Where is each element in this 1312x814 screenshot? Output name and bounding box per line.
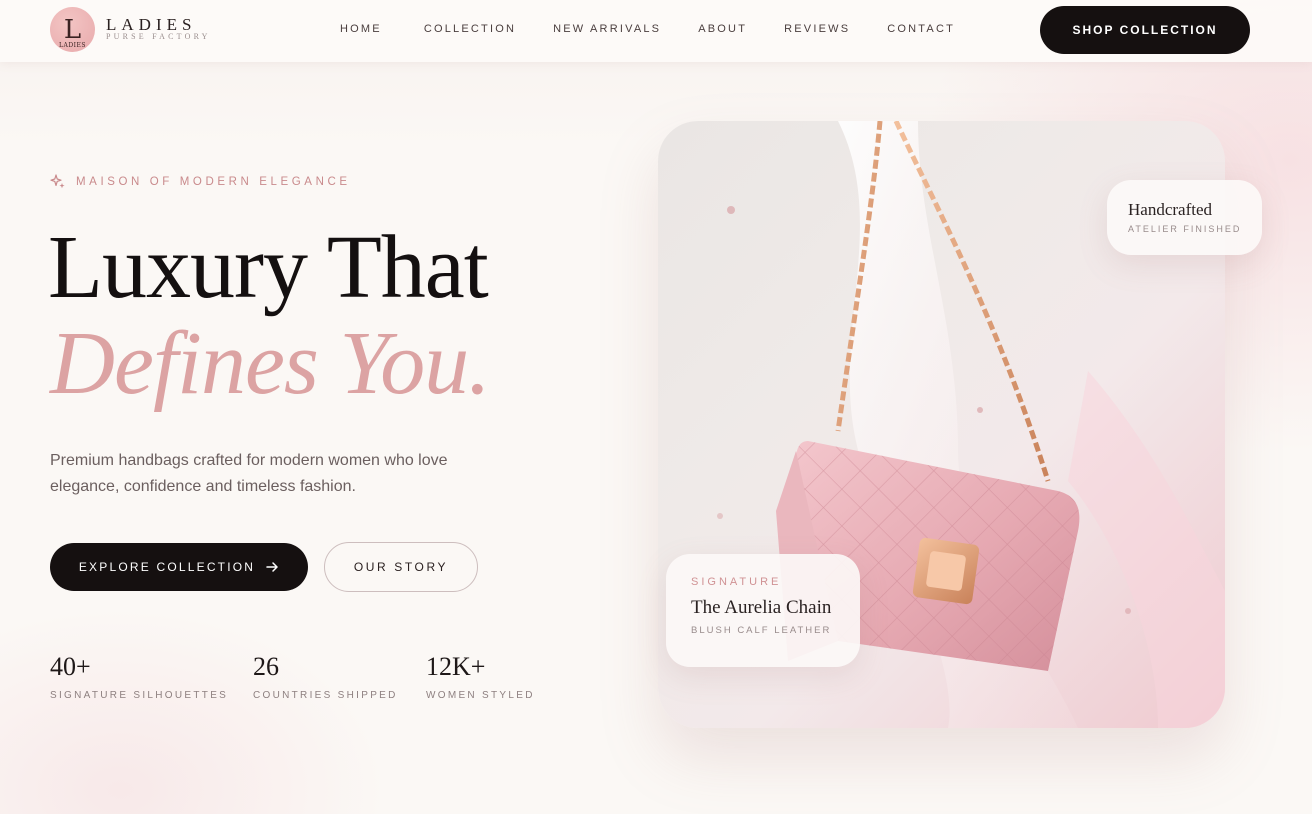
stat-label: COUNTRIES SHIPPED [253, 690, 398, 701]
badge-subtitle: ATELIER FINISHED [1128, 224, 1242, 234]
product-material: BLUSH CALF LEATHER [691, 625, 832, 636]
nav-collection[interactable]: COLLECTION [424, 23, 516, 35]
stat-value: 12K+ [426, 652, 486, 681]
hero-description: Premium handbags crafted for modern wome… [50, 452, 448, 495]
logo-mark[interactable]: L LADIES [50, 7, 95, 52]
brand-tagline: PURSE FACTORY [106, 32, 211, 41]
product-name: The Aurelia Chain [691, 597, 832, 618]
explore-collection-button[interactable]: EXPLORE COLLECTION [50, 543, 308, 591]
hero-title-line2: Defines You. [50, 314, 491, 413]
hero-title-line1: Luxury That [48, 218, 489, 317]
nav-contact[interactable]: CONTACT [887, 23, 955, 35]
logo-initial: L [63, 14, 82, 45]
site-header: L LADIES LADIES PURSE FACTORY HOME COLLE… [0, 0, 1312, 62]
explore-collection-label: EXPLORE COLLECTION [78, 560, 256, 574]
shop-collection-button[interactable]: SHOP COLLECTION [1040, 6, 1250, 54]
badge-title: Handcrafted [1128, 200, 1213, 219]
nav-new-arrivals[interactable]: NEW ARRIVALS [553, 23, 661, 35]
hero-eyebrow: MAISON OF MODERN ELEGANCE [50, 174, 351, 190]
our-story-button[interactable]: OUR STORY [324, 542, 478, 592]
stat-women: 12K+ WOMEN STYLED [426, 652, 535, 701]
badge-label: SIGNATURE [691, 576, 782, 588]
logo-badge-text: LADIES [59, 42, 86, 49]
handcrafted-badge: Handcrafted ATELIER FINISHED [1107, 180, 1262, 255]
stat-value: 40+ [50, 652, 91, 681]
nav-reviews[interactable]: REVIEWS [784, 23, 850, 35]
stat-silhouettes: 40+ SIGNATURE SILHOUETTES [50, 652, 228, 701]
arrow-right-icon [266, 562, 278, 572]
eyebrow-text: MAISON OF MODERN ELEGANCE [76, 176, 351, 188]
product-info-badge[interactable]: SIGNATURE The Aurelia Chain BLUSH CALF L… [666, 554, 860, 667]
stat-countries: 26 COUNTRIES SHIPPED [253, 652, 398, 701]
main-nav: HOME COLLECTION NEW ARRIVALS ABOUT REVIE… [340, 23, 955, 35]
stat-label: WOMEN STYLED [426, 690, 535, 701]
stat-label: SIGNATURE SILHOUETTES [50, 690, 229, 701]
nav-home[interactable]: HOME [340, 23, 382, 35]
nav-about[interactable]: ABOUT [698, 23, 747, 35]
sparkle-icon [50, 174, 65, 189]
stat-value: 26 [253, 652, 279, 681]
